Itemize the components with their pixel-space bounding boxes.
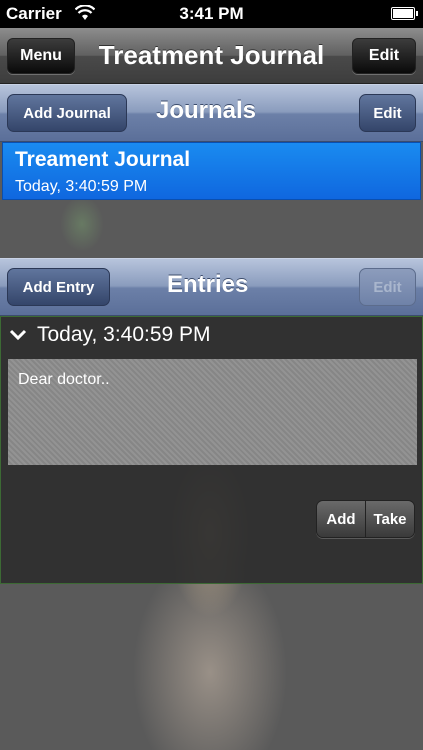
add-entry-button[interactable]: Add Entry (7, 268, 110, 306)
navigation-bar: Menu Treatment Journal Edit (0, 28, 423, 84)
add-photo-button[interactable]: Add (317, 501, 365, 537)
journal-list: Treament Journal Today, 3:40:59 PM (0, 142, 423, 200)
entry-text-field[interactable]: Dear doctor.. (8, 359, 417, 465)
entry-card: Today, 3:40:59 PM Dear doctor.. Add Take (0, 316, 423, 584)
add-journal-button[interactable]: Add Journal (7, 94, 127, 132)
chevron-down-icon[interactable] (9, 326, 27, 344)
journal-row[interactable]: Treament Journal Today, 3:40:59 PM (2, 142, 421, 200)
photo-segmented-control: Add Take (316, 500, 415, 538)
entries-header: Add Entry Entries Edit (0, 258, 423, 316)
journals-title: Journals (156, 97, 257, 124)
battery-icon (391, 7, 418, 20)
take-photo-button[interactable]: Take (365, 501, 414, 537)
journal-timestamp: Today, 3:40:59 PM (15, 178, 148, 195)
background-logo (60, 196, 104, 252)
entries-title: Entries (167, 271, 249, 298)
nav-edit-button[interactable]: Edit (352, 38, 416, 74)
journals-edit-button[interactable]: Edit (359, 94, 416, 132)
entries-edit-button[interactable]: Edit (359, 268, 416, 306)
journal-title: Treament Journal (15, 148, 191, 171)
status-bar: Carrier 3:41 PM (0, 0, 423, 28)
clock: 3:41 PM (179, 4, 244, 23)
entry-date: Today, 3:40:59 PM (37, 323, 211, 346)
entry-header[interactable]: Today, 3:40:59 PM (9, 323, 211, 347)
journals-header: Add Journal Journals Edit (0, 84, 423, 142)
